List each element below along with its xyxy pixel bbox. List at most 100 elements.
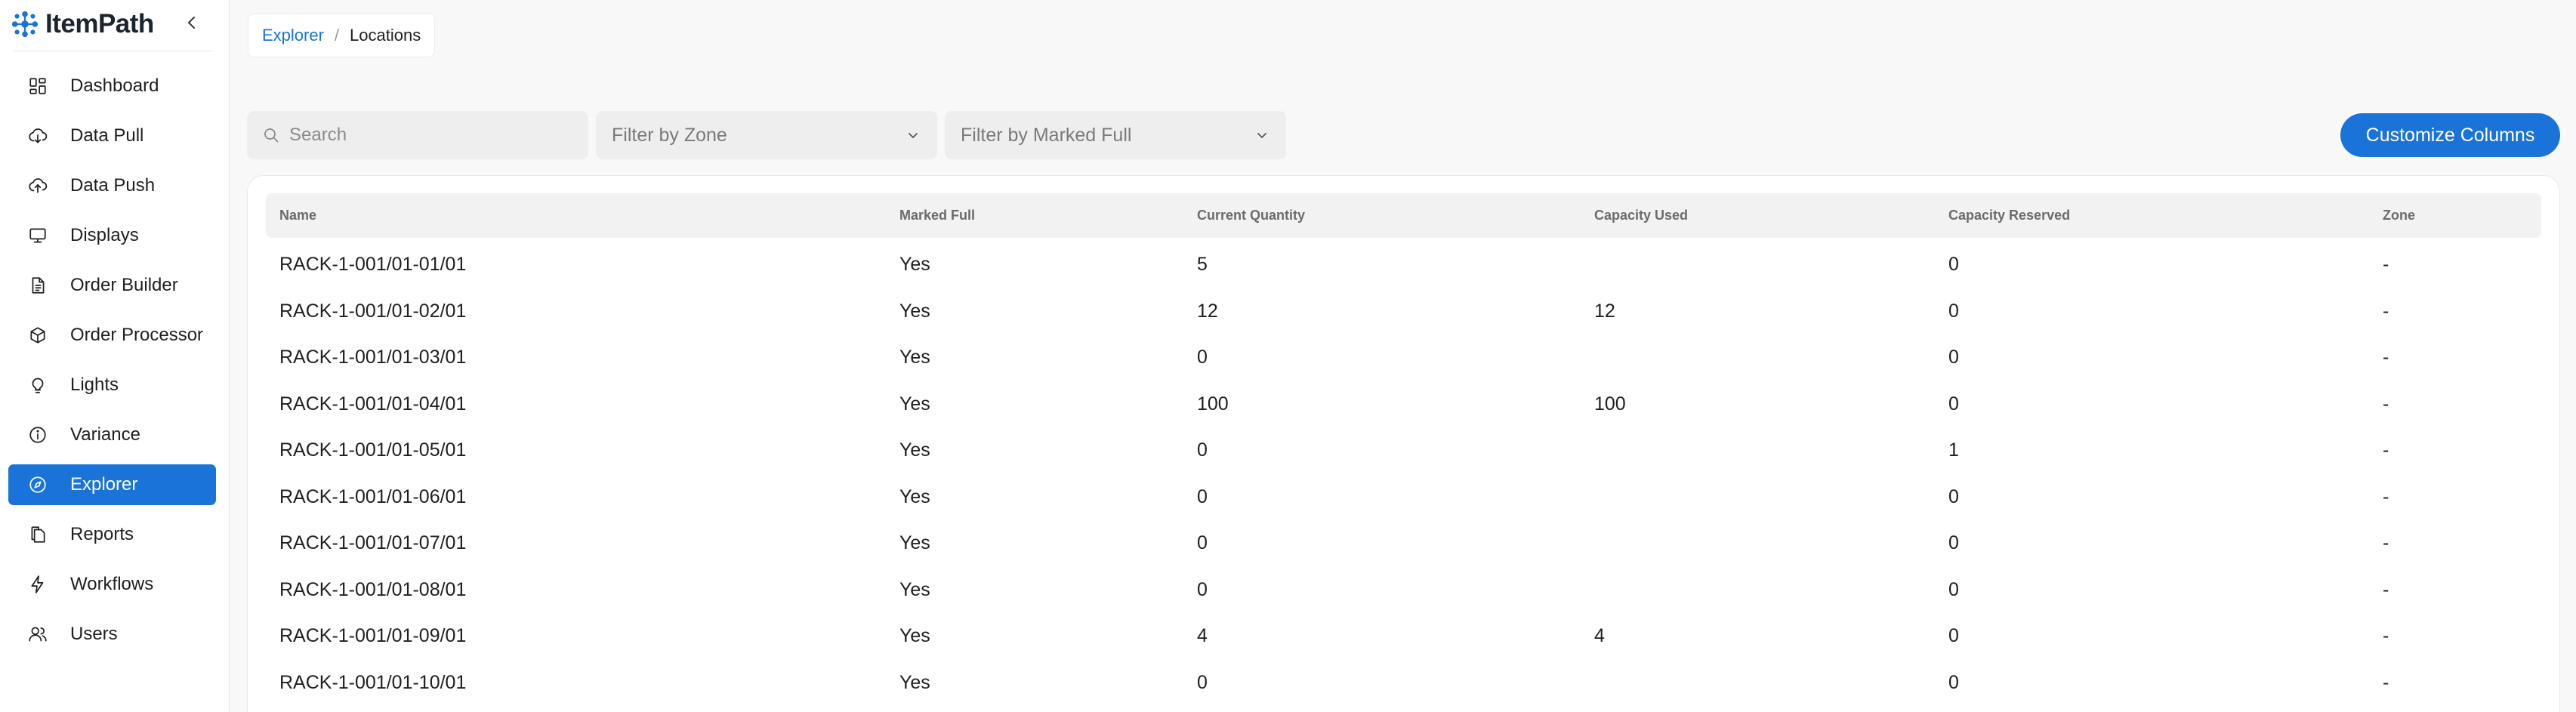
- table-row[interactable]: RACK-1-001/01-08/01 Yes 0 0 -: [266, 566, 2541, 613]
- cell-zone: -: [2383, 532, 2389, 553]
- zone-filter-placeholder: Filter by Zone: [612, 124, 727, 146]
- search-input[interactable]: [289, 125, 576, 146]
- table-row[interactable]: RACK-1-001/01-03/01 Yes 0 0 -: [266, 334, 2541, 381]
- column-header-capacity-reserved[interactable]: Capacity Reserved: [1948, 193, 2070, 238]
- marked-full-filter-placeholder: Filter by Marked Full: [961, 124, 1132, 146]
- brand-logo[interactable]: ItemPath: [11, 5, 154, 44]
- dashboard-icon: [28, 76, 48, 96]
- column-header-current-quantity[interactable]: Current Quantity: [1197, 193, 1305, 238]
- document-icon: [28, 276, 48, 295]
- cell-capacity-used: 4: [1594, 624, 1605, 646]
- table-row[interactable]: RACK-1-001/01-05/01 Yes 0 1 -: [266, 427, 2541, 473]
- cell-name: RACK-1-001/01-04/01: [279, 393, 467, 415]
- sidebar-nav: Dashboard Data Pull Data Push Displays O…: [8, 66, 216, 664]
- table-header: Name Marked Full Current Quantity Capaci…: [266, 193, 2541, 238]
- sidebar: ItemPath Dashboard Data Pull Data Push D…: [0, 0, 230, 712]
- cell-marked-full: Yes: [899, 393, 930, 415]
- cell-marked-full: Yes: [899, 439, 930, 461]
- sidebar-item-workflows[interactable]: Workflows: [8, 564, 216, 605]
- column-header-name[interactable]: Name: [279, 193, 316, 238]
- sidebar-item-label: Explorer: [70, 474, 138, 495]
- cell-name: RACK-1-001/01-06/01: [279, 485, 467, 507]
- sidebar-item-label: Dashboard: [70, 76, 159, 96]
- cloud-upload-icon: [28, 176, 48, 196]
- info-icon: [28, 425, 48, 445]
- table-row[interactable]: RACK-1-001/01-10/01 Yes 0 0 -: [266, 659, 2541, 706]
- itempath-logo-icon: [11, 11, 39, 38]
- sidebar-item-label: Data Push: [70, 175, 156, 196]
- sidebar-item-label: Lights: [70, 374, 119, 395]
- cell-capacity-reserved: 0: [1948, 578, 1959, 600]
- cell-marked-full: Yes: [899, 671, 930, 693]
- cell-marked-full: Yes: [899, 300, 930, 322]
- table-row[interactable]: RACK-1-001/01-06/01 Yes 0 0 -: [266, 473, 2541, 520]
- cell-capacity-reserved: 0: [1948, 485, 1959, 507]
- sidebar-item-label: Displays: [70, 225, 139, 245]
- cell-current-quantity: 100: [1197, 393, 1229, 415]
- sidebar-item-lights[interactable]: Lights: [8, 365, 216, 405]
- sidebar-item-order-processor[interactable]: Order Processor: [8, 315, 216, 356]
- cell-zone: -: [2383, 300, 2389, 322]
- cell-current-quantity: 0: [1197, 485, 1208, 507]
- table-row[interactable]: RACK-1-001/01-02/01 Yes 12 12 0 -: [266, 288, 2541, 334]
- monitor-icon: [28, 226, 48, 245]
- sidebar-item-users[interactable]: Users: [8, 614, 216, 655]
- table-row[interactable]: RACK-1-001/01-07/01 Yes 0 0 -: [266, 519, 2541, 566]
- cell-marked-full: Yes: [899, 346, 930, 368]
- cell-marked-full: Yes: [899, 532, 930, 553]
- files-icon: [28, 525, 48, 544]
- column-header-marked-full[interactable]: Marked Full: [899, 193, 975, 238]
- zone-filter-dropdown[interactable]: Filter by Zone: [596, 111, 937, 159]
- cell-current-quantity: 0: [1197, 346, 1208, 368]
- sidebar-item-displays[interactable]: Displays: [8, 215, 216, 256]
- table-row[interactable]: RACK-1-001/01-04/01 Yes 100 100 0 -: [266, 381, 2541, 427]
- collapse-sidebar-button[interactable]: [178, 9, 205, 36]
- cell-name: RACK-1-001/01-05/01: [279, 439, 467, 461]
- sidebar-item-variance[interactable]: Variance: [8, 415, 216, 455]
- chevron-left-icon: [188, 17, 195, 29]
- cell-name: RACK-1-001/01-08/01: [279, 578, 467, 600]
- sidebar-item-label: Data Pull: [70, 125, 144, 146]
- column-header-zone[interactable]: Zone: [2383, 193, 2415, 238]
- sidebar-item-label: Order Processor: [70, 325, 204, 345]
- cell-marked-full: Yes: [899, 624, 930, 646]
- cell-current-quantity: 5: [1197, 253, 1208, 275]
- sidebar-item-label: Workflows: [70, 574, 154, 594]
- table-row[interactable]: RACK-1-001/01-01/01 Yes 5 0 -: [266, 241, 2541, 288]
- cell-capacity-reserved: 1: [1948, 439, 1959, 461]
- sidebar-item-label: Reports: [70, 524, 134, 544]
- sidebar-item-data-pull[interactable]: Data Pull: [8, 116, 216, 156]
- cell-marked-full: Yes: [899, 485, 930, 507]
- cell-capacity-used: 100: [1594, 393, 1626, 415]
- breadcrumb-explorer-link[interactable]: Explorer: [262, 26, 324, 45]
- sidebar-item-explorer[interactable]: Explorer: [8, 464, 216, 505]
- cell-name: RACK-1-001/01-03/01: [279, 346, 467, 368]
- cell-current-quantity: 0: [1197, 671, 1208, 693]
- cell-name: RACK-1-001/01-02/01: [279, 300, 467, 322]
- customize-columns-button[interactable]: Customize Columns: [2340, 113, 2560, 157]
- sidebar-item-dashboard[interactable]: Dashboard: [8, 66, 216, 106]
- brand-name: ItemPath: [45, 9, 154, 39]
- compass-icon: [28, 475, 48, 495]
- cell-capacity-reserved: 0: [1948, 346, 1959, 368]
- cell-capacity-used: 12: [1594, 300, 1615, 322]
- marked-full-filter-dropdown[interactable]: Filter by Marked Full: [945, 111, 1286, 159]
- sidebar-item-data-push[interactable]: Data Push: [8, 165, 216, 206]
- cell-capacity-reserved: 0: [1948, 624, 1959, 646]
- sidebar-item-order-builder[interactable]: Order Builder: [8, 265, 216, 306]
- locations-table: Name Marked Full Current Quantity Capaci…: [247, 175, 2560, 712]
- cell-name: RACK-1-001/01-01/01: [279, 253, 467, 275]
- sidebar-item-label: Users: [70, 624, 118, 644]
- sidebar-item-label: Order Builder: [70, 275, 178, 295]
- sidebar-item-reports[interactable]: Reports: [8, 514, 216, 555]
- breadcrumb-current: Locations: [350, 26, 421, 45]
- cell-marked-full: Yes: [899, 578, 930, 600]
- search-box[interactable]: [247, 111, 588, 159]
- cell-zone: -: [2383, 485, 2389, 507]
- chevron-down-icon: [909, 133, 918, 138]
- cell-name: RACK-1-001/01-07/01: [279, 532, 467, 553]
- cell-current-quantity: 12: [1197, 300, 1218, 322]
- cell-current-quantity: 4: [1197, 624, 1208, 646]
- column-header-capacity-used[interactable]: Capacity Used: [1594, 193, 1688, 238]
- table-row[interactable]: RACK-1-001/01-09/01 Yes 4 4 0 -: [266, 612, 2541, 659]
